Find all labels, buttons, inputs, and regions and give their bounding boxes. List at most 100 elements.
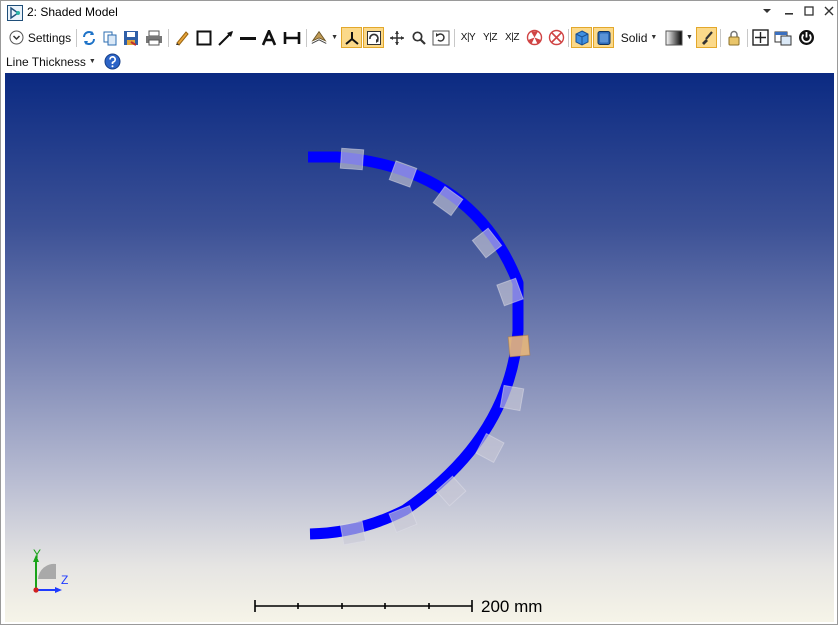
close-icon [824,6,834,16]
arrow-icon [218,30,233,46]
view-yz-button[interactable]: Y|Z [480,27,500,48]
draw-text-button[interactable] [260,27,278,48]
minimize-button[interactable] [779,3,799,21]
view-xy-label: X|Y [460,32,476,43]
window-menu-button[interactable] [757,3,777,21]
fit-icon [751,29,769,46]
shaded-cube-icon [575,29,588,46]
lens-element [339,147,365,171]
shaded-view-button[interactable] [571,27,592,48]
copy-button[interactable] [101,27,119,48]
refresh-icon [83,30,95,45]
toolbar-separator [76,29,77,47]
save-icon [124,30,138,46]
maximize-button[interactable] [799,3,819,21]
pan-icon [390,30,404,45]
scale-bar [254,600,473,612]
pencil-icon [176,30,189,46]
print-icon [146,30,162,45]
brush-icon [701,30,713,45]
render-mode-value: Solid [620,30,648,45]
close-button[interactable] [819,3,838,21]
brush-button[interactable] [696,27,717,48]
draw-dimension-button[interactable] [282,27,302,48]
print-button[interactable] [144,27,164,48]
app-icon [7,5,23,21]
ray-fan-off-button[interactable] [546,27,566,48]
text-icon [261,29,277,46]
axes-view-button[interactable] [341,27,362,48]
toolbar-separator [568,29,569,47]
toolbar-separator [720,29,721,47]
caret-icon: ▼ [686,34,693,41]
help-button[interactable] [102,51,122,72]
gradient-dropdown[interactable]: ▼ [664,27,694,48]
settings-button[interactable]: Settings [6,27,74,48]
highlighted-surface [507,334,531,358]
view-rotate-icon [311,30,327,44]
zoom-button[interactable] [409,27,429,48]
render-mode-dropdown[interactable]: Solid ▼ [618,27,660,48]
solid-box-icon [597,30,610,45]
window-layout-button[interactable] [773,27,793,48]
lock-icon [728,30,740,45]
caret-icon: ▼ [650,34,658,41]
dimension-icon [283,31,301,44]
axes-icon [344,31,359,45]
axis-z-label: Z [61,573,69,587]
save-button[interactable] [122,27,140,48]
copy-icon [103,31,117,45]
view-yz-label: Y|Z [483,32,497,43]
help-icon [104,53,120,70]
view-rotate-dropdown[interactable]: ▼ [310,27,338,48]
fit-view-button[interactable] [750,27,770,48]
secondary-toolbar: Line Thickness ▼ [1,50,837,73]
view-xy-button[interactable]: X|Y [458,27,478,48]
orbit-icon [366,30,381,45]
minimize-icon [785,13,793,15]
lens-element [499,384,525,412]
draw-line-button[interactable] [238,27,258,48]
chevron-down-icon [763,9,771,13]
power-button[interactable] [796,27,816,48]
view-xz-button[interactable]: X|Z [502,27,522,48]
toolbar-separator [454,29,455,47]
shaded-model-viewport[interactable]: Y Z 200 mm [5,73,834,622]
settings-chevron-icon [9,30,24,45]
lens-element [339,520,367,546]
title-bar: 2: Shaded Model [1,1,837,24]
solid-box-button[interactable] [593,27,614,48]
ray-fan-button[interactable] [524,27,544,48]
settings-label: Settings [27,30,72,45]
zoom-icon [412,30,426,45]
window-title: 2: Shaded Model [27,5,118,19]
refresh-button[interactable] [80,27,98,48]
draw-rectangle-button[interactable] [195,27,213,48]
caret-icon: ▼ [88,58,96,65]
orbit-button[interactable] [363,27,384,48]
lens-element [471,227,503,259]
line-thickness-dropdown[interactable]: Line Thickness ▼ [6,51,98,72]
rectangle-icon [196,30,212,45]
reset-view-button[interactable] [431,27,451,48]
pan-button[interactable] [387,27,407,48]
view-xz-label: X|Z [505,32,519,43]
toolbar-separator [747,29,748,47]
toolbar-separator [168,29,169,47]
line-thickness-label: Line Thickness [6,54,86,69]
reset-view-icon [432,30,450,45]
power-icon [798,30,814,45]
shaded-model-window: 2: Shaded Model Settings ▼ X|Y Y|Z X|Z S… [0,0,838,625]
draw-pencil-button[interactable] [173,27,191,48]
ray-fan-icon [526,29,542,46]
toolbar-separator [306,29,307,47]
lock-button[interactable] [724,27,744,48]
ray-fan-off-icon [548,29,564,46]
draw-arrow-button[interactable] [216,27,236,48]
main-toolbar: Settings ▼ X|Y Y|Z X|Z Solid ▼ ▼ [1,25,837,50]
model-canvas [33,147,531,612]
scale-bar-label: 200 mm [481,597,543,616]
gradient-icon [665,30,683,45]
caret-icon: ▼ [331,34,338,41]
line-icon [240,36,256,40]
